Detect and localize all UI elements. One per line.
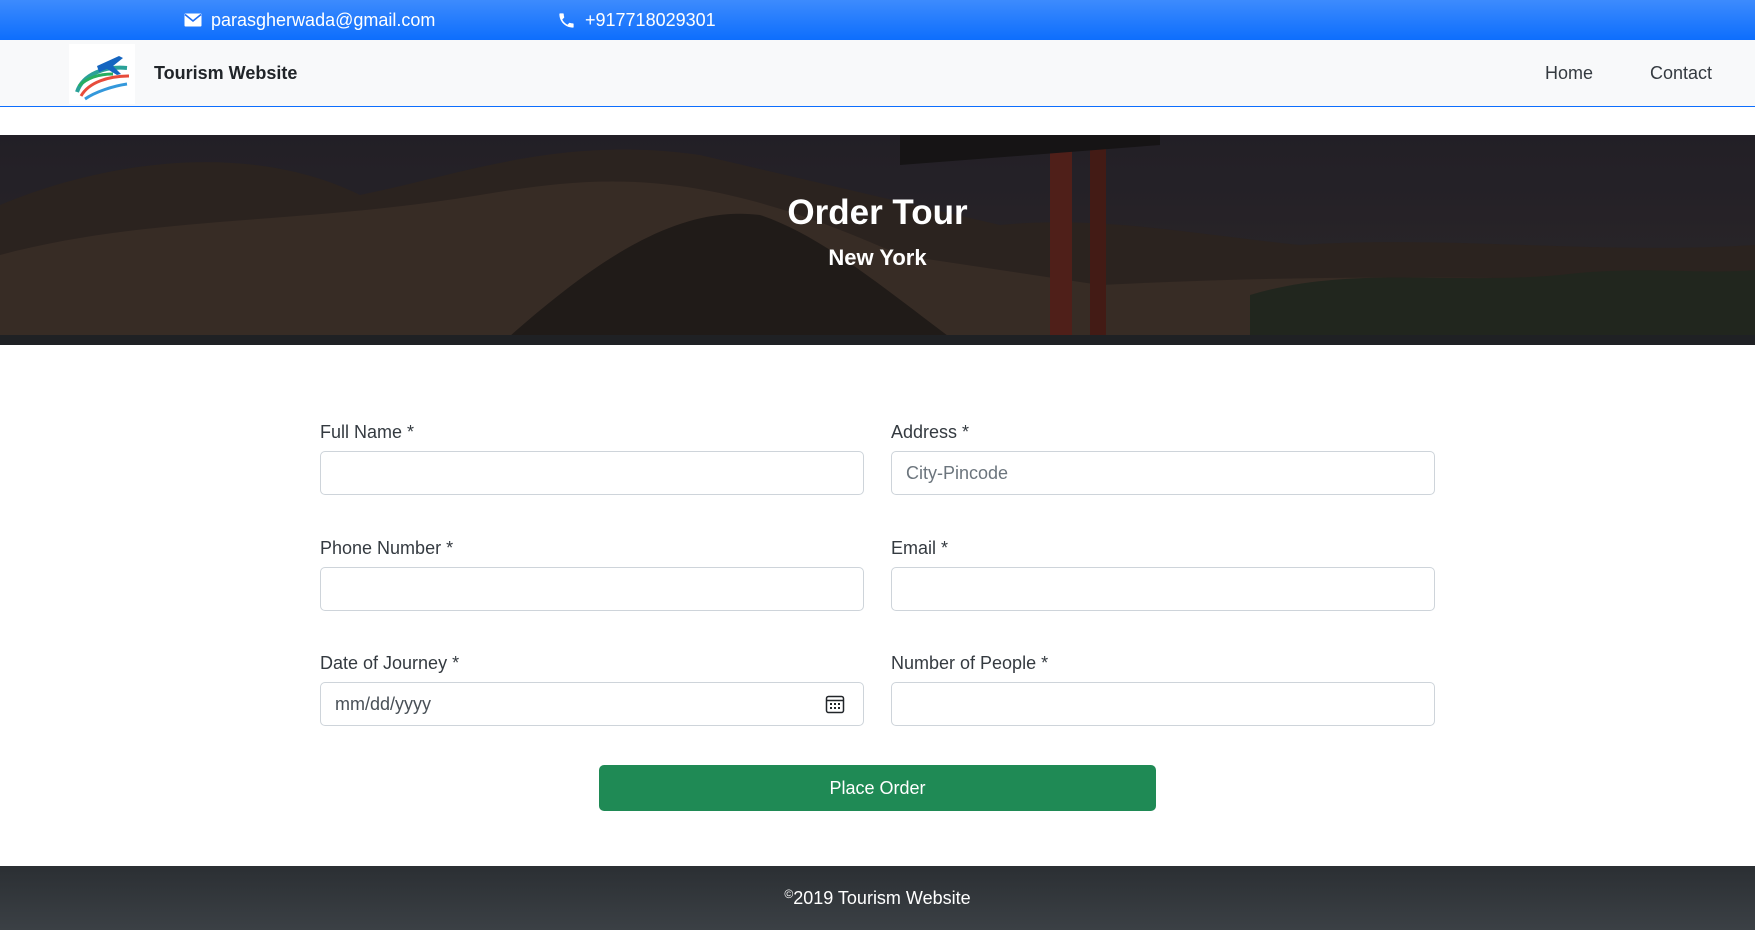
- footer: © 2019 Tourism Website: [0, 866, 1755, 930]
- phone-contact[interactable]: +917718029301: [557, 0, 716, 40]
- nav-home-link[interactable]: Home: [1545, 40, 1593, 107]
- phone-label: Phone Number *: [320, 538, 454, 558]
- copyright-symbol: ©: [784, 887, 794, 901]
- place-order-button[interactable]: Place Order: [599, 765, 1156, 811]
- people-group: Number of People *: [891, 651, 1435, 726]
- date-group: Date of Journey * mm/dd/yyyy: [320, 651, 864, 726]
- envelope-icon: [184, 13, 202, 27]
- date-value: mm/dd/yyyy: [335, 693, 432, 714]
- full-name-label: Full Name *: [320, 422, 415, 442]
- phone-group: Phone Number *: [320, 536, 864, 611]
- phone-icon: [557, 11, 576, 30]
- brand-name[interactable]: Tourism Website: [154, 40, 297, 107]
- email-group: Email *: [891, 536, 1435, 611]
- hero-subtitle: New York: [828, 245, 927, 270]
- date-label: Date of Journey *: [320, 653, 460, 673]
- address-input[interactable]: City-Pincode: [891, 451, 1435, 495]
- airplane-logo-icon[interactable]: [69, 44, 135, 104]
- address-group: Address * City-Pincode: [891, 420, 1435, 495]
- navbar: Tourism Website Home Contact: [0, 40, 1755, 107]
- full-name-group: Full Name *: [320, 420, 864, 495]
- email-label: Email *: [891, 538, 949, 558]
- phone-input[interactable]: [320, 567, 864, 611]
- email-input[interactable]: [891, 567, 1435, 611]
- email-contact[interactable]: parasgherwada@gmail.com: [184, 0, 435, 40]
- hero-banner: Order Tour New York: [0, 135, 1755, 345]
- date-input[interactable]: mm/dd/yyyy: [320, 682, 864, 726]
- people-label: Number of People *: [891, 653, 1049, 673]
- address-label: Address *: [891, 422, 970, 442]
- email-text: parasgherwada@gmail.com: [211, 9, 436, 30]
- calendar-icon[interactable]: [825, 694, 845, 719]
- full-name-input[interactable]: [320, 451, 864, 495]
- hero-title: Order Tour: [787, 193, 968, 232]
- phone-text: +917718029301: [585, 9, 716, 30]
- top-contact-bar: parasgherwada@gmail.com +917718029301: [0, 0, 1755, 40]
- hero-background-image: [0, 135, 1755, 345]
- footer-text: 2019 Tourism Website: [793, 887, 971, 908]
- people-input[interactable]: [891, 682, 1435, 726]
- nav-contact-link[interactable]: Contact: [1650, 40, 1712, 107]
